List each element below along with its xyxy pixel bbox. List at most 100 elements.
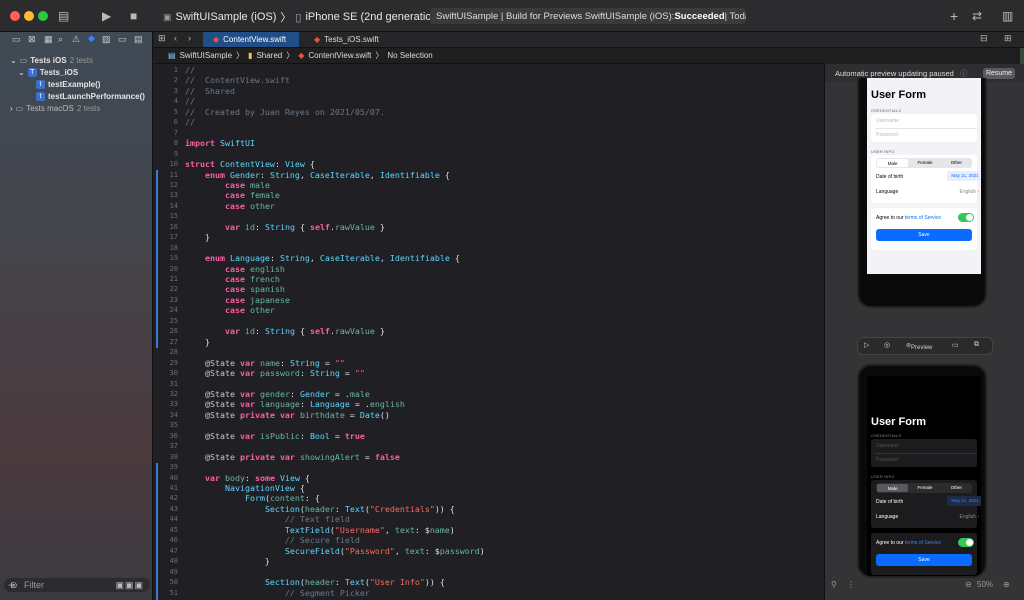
- source-control-icon[interactable]: ⊠: [28, 34, 36, 45]
- line-number[interactable]: 4: [154, 96, 178, 106]
- code-line[interactable]: //: [185, 65, 195, 75]
- code-line[interactable]: enum Language: String, CaseIterable, Ide…: [185, 253, 460, 263]
- line-number[interactable]: 6: [154, 117, 178, 127]
- code-line[interactable]: }: [185, 337, 210, 347]
- line-number[interactable]: 2: [154, 75, 178, 85]
- code-line[interactable]: @State var language: Language = .english: [185, 399, 405, 409]
- code-line[interactable]: var body: some View {: [185, 473, 310, 483]
- line-number[interactable]: 36: [154, 431, 178, 441]
- tree-item-test-example[interactable]: t testExample(): [36, 78, 100, 90]
- code-line[interactable]: @State var password: String = "": [185, 368, 365, 378]
- device-name[interactable]: iPhone SE (2nd generation): [305, 11, 441, 23]
- code-line[interactable]: // Segment Picker: [185, 588, 370, 598]
- segment-other[interactable]: Other: [941, 483, 972, 493]
- code-line[interactable]: @State var name: String = "": [185, 358, 345, 368]
- username-field[interactable]: Username: [876, 443, 899, 449]
- save-button[interactable]: Save: [876, 229, 972, 241]
- code-line[interactable]: case other: [185, 201, 275, 211]
- scheme-target[interactable]: SwiftUISample (iOS): [176, 11, 277, 23]
- line-number[interactable]: 9: [154, 149, 178, 159]
- username-field[interactable]: Username: [876, 118, 899, 124]
- live-preview-icon[interactable]: ▷: [864, 341, 869, 349]
- line-number[interactable]: 29: [154, 358, 178, 368]
- stop-icon[interactable]: ■: [130, 9, 137, 23]
- segment-male[interactable]: Male: [877, 159, 909, 167]
- code-line[interactable]: case spanish: [185, 284, 285, 294]
- code-line[interactable]: case female: [185, 190, 280, 200]
- inspector-toggle-icon[interactable]: ▥: [1002, 9, 1013, 23]
- run-icon[interactable]: ▶: [102, 9, 111, 23]
- report-icon[interactable]: ▤: [134, 34, 143, 45]
- preview-pin[interactable]: ⊚ Preview: [906, 342, 932, 351]
- code-line[interactable]: @State var gender: Gender = .male: [185, 389, 370, 399]
- scheme-selector[interactable]: ▣ SwiftUISample (iOS) 〉 ▯ iPhone SE (2nd…: [163, 9, 441, 25]
- code-line[interactable]: var id: String { self.rawValue }: [185, 222, 385, 232]
- code-line[interactable]: var id: String { self.rawValue }: [185, 326, 385, 336]
- zoom-window-button[interactable]: [38, 11, 48, 21]
- resume-button[interactable]: Resume: [983, 68, 1015, 79]
- layout-icon[interactable]: ⋮: [847, 580, 855, 589]
- code-line[interactable]: case english: [185, 264, 285, 274]
- inspect-icon[interactable]: ◎: [884, 341, 890, 349]
- find-icon[interactable]: ⌕: [58, 34, 63, 45]
- minimize-window-button[interactable]: [24, 11, 34, 21]
- issue-icon[interactable]: ⚠: [72, 34, 80, 45]
- source-editor[interactable]: 1 2 3 4 5 6 7 8 9 10 11 12 13 14 15 16 17 18 19 20 21 22 23 24 2…: [154, 64, 824, 600]
- related-items-icon[interactable]: ⊞: [158, 33, 166, 44]
- editor-options-icon[interactable]: ⊟: [980, 33, 988, 44]
- dob-value[interactable]: May 21, 2021: [947, 496, 981, 506]
- line-number[interactable]: 3: [154, 86, 178, 96]
- code-line[interactable]: case japanese: [185, 295, 290, 305]
- breakpoint-icon[interactable]: ▭: [118, 34, 127, 45]
- password-field[interactable]: Password: [876, 457, 898, 463]
- line-number[interactable]: 8: [154, 138, 178, 148]
- info-icon[interactable]: ⓘ: [960, 68, 968, 79]
- code-line[interactable]: @State var isPublic: Bool = true: [185, 431, 365, 441]
- zoom-out-icon[interactable]: ⊖: [965, 580, 972, 589]
- code-review-icon[interactable]: ⇄: [972, 9, 982, 23]
- folder-icon[interactable]: ▭: [12, 34, 21, 45]
- code-line[interactable]: @State private var birthdate = Date(): [185, 410, 390, 420]
- sidebar-toggle-icon[interactable]: ▤: [58, 9, 69, 23]
- symbol-icon[interactable]: ▦: [44, 34, 53, 45]
- code-line[interactable]: enum Gender: String, CaseIterable, Ident…: [185, 170, 450, 180]
- code-line[interactable]: SecureField("Password", text: $password): [185, 546, 485, 556]
- tree-item-tests-ios[interactable]: ⌄ ▭ Tests iOS 2 tests: [10, 54, 93, 66]
- tree-item-test-launch-performance[interactable]: t testLaunchPerformance(): [36, 90, 145, 102]
- code-line[interactable]: //: [185, 117, 195, 127]
- code-line[interactable]: NavigationView {: [185, 483, 305, 493]
- jump-file[interactable]: ContentView.swift: [308, 51, 371, 60]
- line-number[interactable]: 30: [154, 368, 178, 378]
- filter-input[interactable]: ⊜ Filter ▣▣▣: [4, 578, 150, 592]
- split-editor-icon[interactable]: ⊞: [1004, 33, 1012, 44]
- filter-options-icon[interactable]: ▣▣▣: [115, 578, 144, 592]
- terms-link[interactable]: terms of Service: [905, 540, 941, 546]
- tab-contentview[interactable]: ◆ ContentView.swift: [203, 32, 299, 47]
- jump-folder[interactable]: Shared: [256, 51, 282, 60]
- code-line[interactable]: @State private var showingAlert = false: [185, 452, 400, 462]
- device-settings-icon[interactable]: ▭: [952, 341, 959, 349]
- code-line[interactable]: case french: [185, 274, 280, 284]
- line-number[interactable]: 37: [154, 441, 178, 451]
- code-line[interactable]: import SwiftUI: [185, 138, 255, 148]
- segment-male[interactable]: Male: [877, 484, 909, 492]
- line-number[interactable]: 1: [154, 65, 178, 75]
- segment-other[interactable]: Other: [941, 158, 972, 168]
- gender-picker[interactable]: Male Female Other: [876, 483, 972, 493]
- code-line[interactable]: TextField("Username", text: $name): [185, 525, 455, 535]
- close-window-button[interactable]: [10, 11, 20, 21]
- code-line[interactable]: // Shared: [185, 86, 235, 96]
- tree-item-tests-macos[interactable]: › ▭ Tests macOS 2 tests: [10, 102, 100, 114]
- code-line[interactable]: //: [185, 96, 195, 106]
- line-number[interactable]: 32: [154, 389, 178, 399]
- line-number[interactable]: 31: [154, 379, 178, 389]
- line-number[interactable]: 28: [154, 347, 178, 357]
- code-line[interactable]: case male: [185, 180, 270, 190]
- code-line[interactable]: Section(header: Text("User Info")) {: [185, 577, 445, 587]
- jump-selection[interactable]: No Selection: [387, 51, 432, 60]
- save-button[interactable]: Save: [876, 554, 972, 566]
- agree-toggle[interactable]: [958, 213, 974, 222]
- gender-picker[interactable]: Male Female Other: [876, 158, 972, 168]
- tab-tests-ios[interactable]: ◆ Tests_iOS.swift: [304, 32, 400, 47]
- pin-icon[interactable]: ⚲: [831, 580, 837, 589]
